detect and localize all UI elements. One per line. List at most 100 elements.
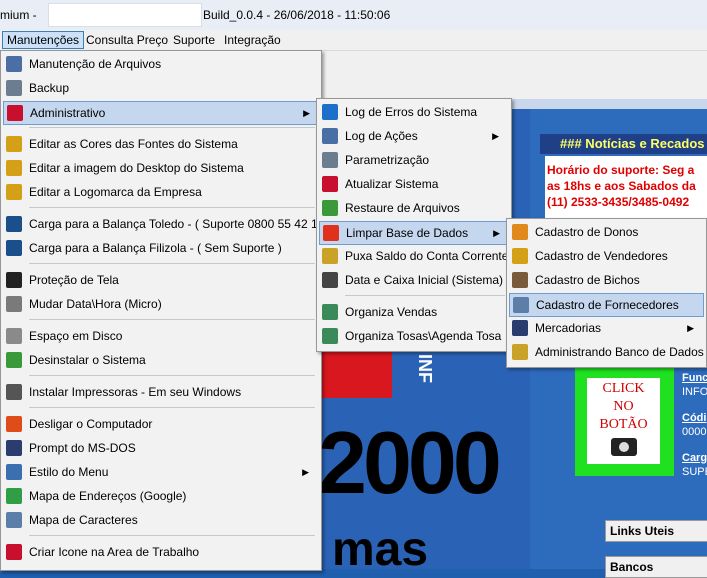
- paint-icon: [6, 184, 22, 200]
- db-icon: [512, 344, 528, 360]
- menu-manutencoes[interactable]: Manutenções: [2, 31, 85, 49]
- field-value-cargo: SUPE: [682, 466, 707, 478]
- menu-separator: [29, 127, 315, 128]
- window-title-right: Build_0.0.4 - 26/06/2018 - 11:50:06: [203, 8, 391, 22]
- menu-item-protecao-de-tela[interactable]: Proteção de Tela: [3, 269, 317, 291]
- menu-item-prompt-do-ms-dos[interactable]: Prompt do MS-DOS: [3, 437, 317, 459]
- menu-item-cadastro-de-vendedores[interactable]: Cadastro de Vendedores: [509, 245, 702, 267]
- big-number: 2000: [318, 413, 502, 512]
- menu-item-espaco-em-disco[interactable]: Espaço em Disco: [3, 325, 317, 347]
- paint-icon: [6, 160, 22, 176]
- seller-icon: [512, 248, 528, 264]
- menu-separator: [29, 407, 315, 408]
- menu-item-carga-para-a-balanca-filizola-sem-suporte[interactable]: Carga para a Balança Filizola - ( Sem Su…: [3, 237, 317, 259]
- prix-icon: [6, 240, 22, 256]
- screensaver-icon: [6, 272, 22, 288]
- menu-item-label: Mapa de Caracteres: [29, 513, 138, 527]
- submenu-arrow-icon: ▶: [303, 108, 310, 118]
- menu-item-cadastro-de-donos[interactable]: Cadastro de Donos: [509, 221, 702, 243]
- menu-separator: [29, 263, 315, 264]
- menu-item-mudar-data-hora-micro[interactable]: Mudar Data\Hora (Micro): [3, 293, 317, 315]
- click-button[interactable]: CLICK NO BOTÃO: [587, 378, 660, 464]
- menu-suporte[interactable]: Suporte: [169, 32, 219, 48]
- params-icon: [322, 152, 338, 168]
- administrativo-submenu: Log de Erros do Sistema Log de Ações ▶ Para…: [316, 98, 512, 352]
- menu-item-label: Administrativo: [30, 106, 106, 120]
- menu-item-label: Editar a imagem do Desktop do Sistema: [29, 161, 244, 175]
- menu-item-desinstalar-o-sistema[interactable]: Desinstalar o Sistema: [3, 349, 317, 371]
- menu-item-label: Log de Erros do Sistema: [345, 105, 478, 119]
- menu-separator: [345, 295, 505, 296]
- menu-item-mercadorias[interactable]: Mercadorias ▶: [509, 317, 702, 339]
- menu-item-editar-a-logomarca-da-empresa[interactable]: Editar a Logomarca da Empresa: [3, 181, 317, 203]
- menu-item-administrando-banco-de-dados[interactable]: Administrando Banco de Dados: [509, 341, 704, 363]
- grid-icon: [322, 304, 338, 320]
- menu-item-organiza-vendas[interactable]: Organiza Vendas: [319, 301, 507, 323]
- menu-item-label: Desligar o Computador: [29, 417, 153, 431]
- admin-icon: [7, 105, 23, 121]
- news-header: ### Notícias e Recados: [540, 134, 707, 154]
- menu-item-label: Parametrização: [345, 153, 430, 167]
- field-value-codigo: 0000: [682, 426, 707, 438]
- menu-item-log-de-acoes[interactable]: Log de Ações ▶: [319, 125, 507, 147]
- submenu-arrow-icon: ▶: [687, 323, 694, 333]
- menu-item-administrativo[interactable]: Administrativo ▶: [3, 101, 319, 125]
- menu-item-desligar-o-computador[interactable]: Desligar o Computador: [3, 413, 317, 435]
- disk-icon: [6, 328, 22, 344]
- menu-item-data-e-caixa-inicial-sistema[interactable]: Data e Caixa Inicial (Sistema): [319, 269, 507, 291]
- prix-icon: [6, 216, 22, 232]
- menu-item-estilo-do-menu[interactable]: Estilo do Menu ▶: [3, 461, 317, 483]
- click-line: NO: [613, 399, 634, 414]
- menu-item-label: Cadastro de Donos: [535, 225, 639, 239]
- menu-item-restaure-de-arquivos[interactable]: Restaure de Arquivos: [319, 197, 507, 219]
- menu-item-carga-para-a-balanca-toledo-suporte-0800-55-42-11[interactable]: Carga para a Balança Toledo - ( Suporte …: [3, 213, 331, 235]
- menu-item-label: Atualizar Sistema: [345, 177, 439, 191]
- limpar-base-submenu: Cadastro de Donos Cadastro de Vendedores C…: [506, 218, 707, 368]
- menu-item-atualizar-sistema[interactable]: Atualizar Sistema: [319, 173, 507, 195]
- toolbar-background: [320, 51, 707, 99]
- menu-item-log-de-erros-do-sistema[interactable]: Log de Erros do Sistema: [319, 101, 507, 123]
- menu-item-puxa-saldo-do-conta-corrente[interactable]: Puxa Saldo do Conta Corrente: [319, 245, 508, 267]
- menu-item-label: Cadastro de Bichos: [535, 273, 640, 287]
- menu-item-instalar-impressoras-em-seu-windows[interactable]: Instalar Impressoras - Em seu Windows: [3, 381, 317, 403]
- click-button-panel[interactable]: CLICK NO BOTÃO: [575, 368, 674, 476]
- menu-item-label: Mercadorias: [535, 321, 602, 335]
- menu-item-mapa-de-caracteres[interactable]: Mapa de Caracteres: [3, 509, 317, 531]
- field-label-codigo: Códi: [682, 412, 707, 424]
- printer-icon: [6, 384, 22, 400]
- menu-item-label: Manutenção de Arquivos: [29, 57, 162, 71]
- click-line: CLICK: [602, 381, 645, 396]
- menu-item-label: Organiza Vendas: [345, 305, 438, 319]
- click-line: BOTÃO: [599, 417, 648, 432]
- menu-item-label: Proteção de Tela: [29, 273, 119, 287]
- links-uteis-button[interactable]: Links Uteis: [605, 520, 707, 542]
- shortcut-icon: [6, 544, 22, 560]
- menu-item-label: Carga para a Balança Toledo - ( Suporte …: [29, 217, 331, 231]
- menu-item-organiza-tosas-agenda-tosa[interactable]: Organiza Tosas\Agenda Tosa: [319, 325, 507, 347]
- menu-item-cadastro-de-bichos[interactable]: Cadastro de Bichos: [509, 269, 702, 291]
- power-icon: [6, 416, 22, 432]
- restore-icon: [322, 200, 338, 216]
- menu-item-criar-icone-na-area-de-trabalho[interactable]: Criar Icone na Area de Trabalho: [3, 541, 317, 563]
- menu-item-label: Limpar Base de Dados: [346, 226, 469, 240]
- menu-item-mapa-de-enderecos-google[interactable]: Mapa de Endereços (Google): [3, 485, 317, 507]
- menu-consulta-preco[interactable]: Consulta Preço: [82, 32, 172, 48]
- goods-icon: [512, 320, 528, 336]
- menu-item-parametrizacao[interactable]: Parametrização: [319, 149, 507, 171]
- menu-item-editar-as-cores-das-fontes-do-sistema[interactable]: Editar as Cores das Fontes do Sistema: [3, 133, 317, 155]
- menu-item-cadastro-de-fornecedores[interactable]: Cadastro de Fornecedores: [509, 293, 704, 317]
- menu-item-manutencao-de-arquivos[interactable]: Manutenção de Arquivos: [3, 53, 317, 75]
- menu-item-label: Espaço em Disco: [29, 329, 123, 343]
- bancos-button[interactable]: Bancos: [605, 556, 707, 578]
- menu-item-limpar-base-de-dados[interactable]: Limpar Base de Dados ▶: [319, 221, 509, 245]
- menu-item-label: Desinstalar o Sistema: [29, 353, 146, 367]
- menu-item-label: Cadastro de Vendedores: [535, 249, 668, 263]
- calc-icon: [322, 248, 338, 264]
- menu-item-backup[interactable]: Backup: [3, 77, 317, 99]
- cmd-icon: [6, 440, 22, 456]
- menu-integracao[interactable]: Integração: [220, 32, 285, 48]
- menu-item-label: Data e Caixa Inicial (Sistema): [345, 273, 504, 287]
- menu-item-editar-a-imagem-do-desktop-do-sistema[interactable]: Editar a imagem do Desktop do Sistema: [3, 157, 317, 179]
- grid-icon: [322, 328, 338, 344]
- submenu-arrow-icon: ▶: [302, 467, 309, 477]
